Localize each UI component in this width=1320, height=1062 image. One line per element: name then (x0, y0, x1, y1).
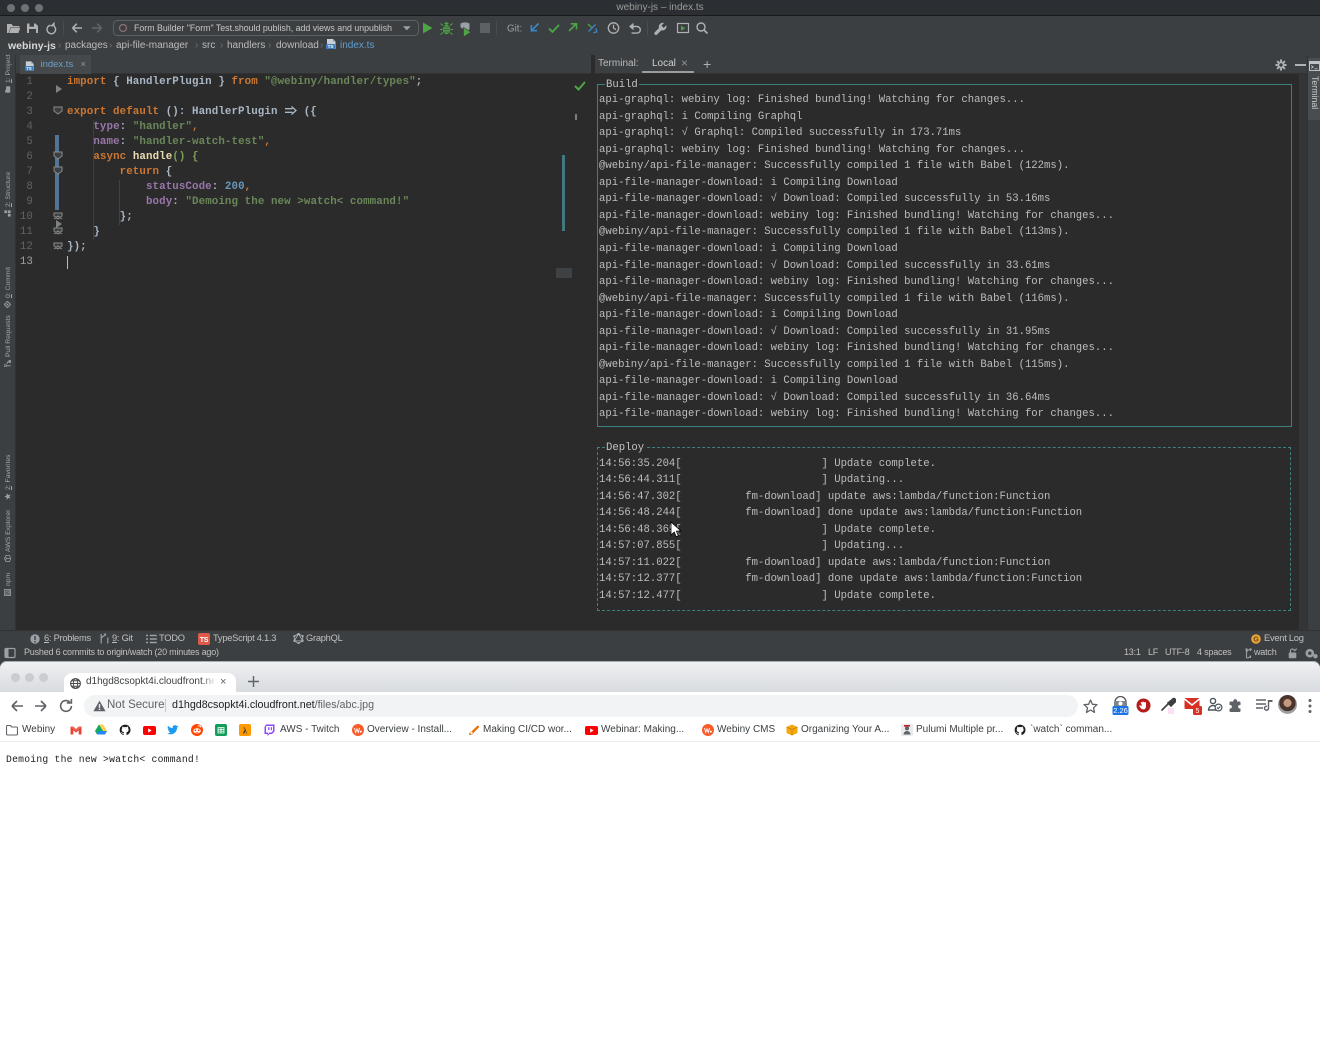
svg-text:Form Builder "Form" Test.shoul: Form Builder "Form" Test.should publish,… (134, 22, 392, 33)
svg-text:TS: TS (328, 45, 334, 50)
svg-text:2.26: 2.26 (1113, 706, 1128, 715)
svg-text:Git:: Git: (507, 24, 522, 35)
svg-text:G: G (1253, 637, 1259, 644)
svg-text:TS: TS (200, 637, 209, 644)
svg-text:5: 5 (1196, 708, 1200, 715)
svg-text:TS: TS (26, 66, 32, 71)
